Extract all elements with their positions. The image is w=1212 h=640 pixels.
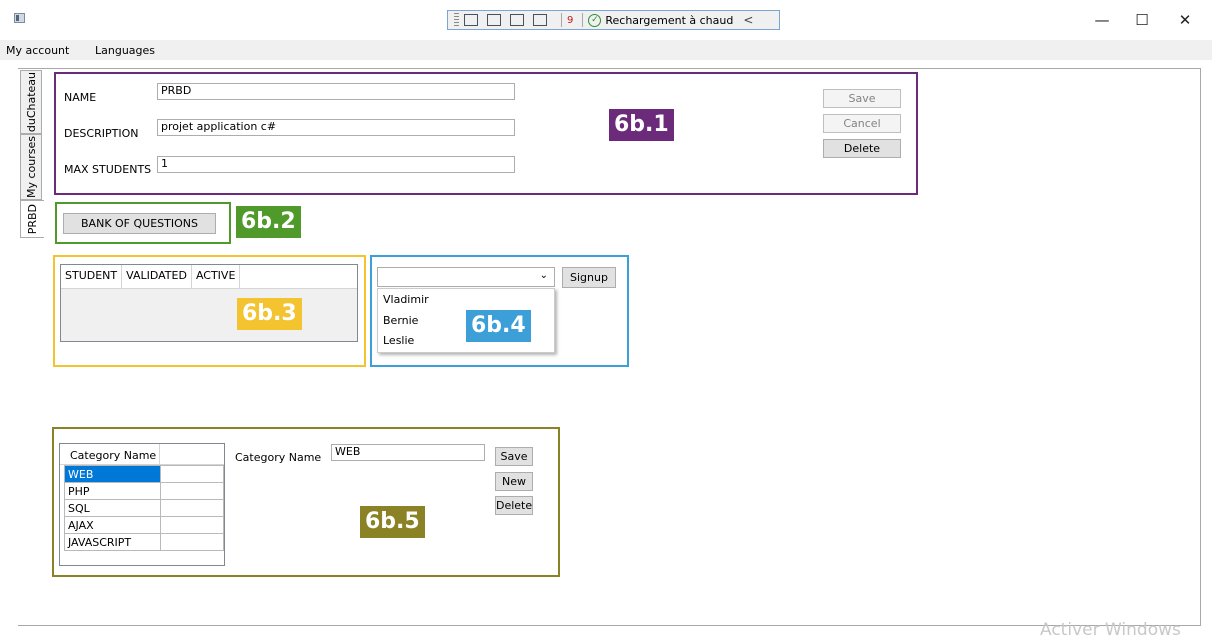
separator bbox=[561, 13, 562, 27]
display-adorners-icon[interactable] bbox=[510, 14, 524, 26]
empty-cell bbox=[159, 516, 225, 534]
category-cell: WEB bbox=[64, 465, 161, 483]
category-cell: JAVASCRIPT bbox=[64, 533, 161, 551]
menu-my-account[interactable]: My account bbox=[6, 44, 69, 57]
column-header-category-name[interactable]: Category Name bbox=[60, 444, 160, 464]
annotation-label: 6b.4 bbox=[466, 310, 531, 342]
annotation-label: 6b.1 bbox=[609, 109, 674, 141]
column-header-student[interactable]: STUDENT bbox=[61, 265, 123, 288]
minimize-button[interactable]: — bbox=[1092, 10, 1112, 30]
column-header-active[interactable]: ACTIVE bbox=[192, 265, 241, 288]
grid-header-row: Category Name bbox=[60, 444, 224, 465]
category-cell: SQL bbox=[64, 499, 161, 517]
annotation-label: 6b.5 bbox=[360, 506, 425, 538]
tab-label: PRBD bbox=[26, 203, 39, 235]
menu-bar: My account Languages bbox=[0, 40, 1212, 60]
select-element-icon[interactable] bbox=[487, 14, 501, 26]
check-circle-icon: ✓ bbox=[588, 13, 602, 27]
dropdown-option[interactable]: Bernie bbox=[383, 314, 418, 327]
tab-my-courses[interactable]: My courses bbox=[20, 134, 42, 200]
annotation-label: 6b.3 bbox=[237, 298, 302, 330]
annotation-label: 6b.2 bbox=[236, 206, 301, 238]
hot-reload-label[interactable]: Rechargement à chaud bbox=[605, 14, 733, 27]
track-focus-icon[interactable] bbox=[533, 14, 547, 26]
binding-failures-count[interactable]: 9 bbox=[567, 15, 573, 26]
category-name-label: Category Name bbox=[235, 451, 322, 464]
save-button[interactable]: Save bbox=[823, 89, 901, 108]
category-cell: AJAX bbox=[64, 516, 161, 534]
max-students-field[interactable]: 1 bbox=[157, 156, 515, 173]
close-button[interactable]: ✕ bbox=[1175, 10, 1195, 30]
table-row[interactable]: AJAX bbox=[64, 516, 225, 534]
description-field[interactable]: projet application c# bbox=[157, 119, 515, 136]
live-visual-tree-icon[interactable] bbox=[464, 14, 478, 26]
cancel-button[interactable]: Cancel bbox=[823, 114, 901, 133]
activation-watermark: Activer Windows bbox=[1040, 620, 1181, 640]
empty-cell bbox=[159, 533, 225, 551]
student-dropdown[interactable]: ⌄ bbox=[377, 267, 555, 287]
empty-cell bbox=[159, 482, 225, 500]
table-row[interactable]: PHP bbox=[64, 482, 225, 500]
tab-prbd[interactable]: PRBD bbox=[20, 200, 44, 238]
table-row[interactable]: JAVASCRIPT bbox=[64, 533, 225, 551]
dropdown-option[interactable]: Leslie bbox=[383, 334, 414, 347]
bank-of-questions-button[interactable]: BANK OF QUESTIONS bbox=[63, 213, 216, 234]
maximize-button[interactable]: ☐ bbox=[1132, 10, 1152, 30]
empty-cell bbox=[159, 499, 225, 517]
max-students-label: MAX STUDENTS bbox=[64, 163, 152, 176]
category-delete-button[interactable]: Delete bbox=[495, 496, 533, 515]
separator bbox=[582, 13, 584, 27]
categories-table: WEB PHP SQL AJAX JAVASCRIPT bbox=[64, 465, 225, 551]
collapse-chevron-icon[interactable]: < bbox=[743, 13, 753, 27]
name-label: NAME bbox=[64, 91, 97, 104]
category-name-field[interactable]: WEB bbox=[331, 444, 485, 461]
students-grid[interactable]: STUDENT VALIDATED ACTIVE bbox=[60, 264, 358, 342]
description-label: DESCRIPTION bbox=[64, 127, 139, 140]
tab-duchateau[interactable]: duChateau bbox=[20, 70, 42, 134]
grid-header-row: STUDENT VALIDATED ACTIVE bbox=[61, 265, 357, 289]
delete-button[interactable]: Delete bbox=[823, 139, 901, 158]
table-row[interactable]: SQL bbox=[64, 499, 225, 517]
column-header-validated[interactable]: VALIDATED bbox=[122, 265, 192, 288]
grip-icon bbox=[454, 13, 459, 27]
category-new-button[interactable]: New bbox=[495, 472, 533, 491]
category-cell: PHP bbox=[64, 482, 161, 500]
signup-button[interactable]: Signup bbox=[562, 267, 616, 288]
tab-label: duChateau bbox=[24, 71, 38, 133]
category-save-button[interactable]: Save bbox=[495, 447, 533, 466]
title-bar: 9 ✓ Rechargement à chaud < — ☐ ✕ bbox=[0, 0, 1212, 40]
categories-grid[interactable]: Category Name WEB PHP SQL AJAX JAVASCRIPT bbox=[59, 443, 225, 566]
app-icon bbox=[14, 13, 25, 23]
dropdown-option[interactable]: Vladimir bbox=[383, 293, 429, 306]
chevron-down-icon: ⌄ bbox=[539, 270, 548, 281]
xaml-debug-toolbar: 9 ✓ Rechargement à chaud < bbox=[447, 10, 780, 30]
name-field[interactable]: PRBD bbox=[157, 83, 515, 100]
menu-languages[interactable]: Languages bbox=[95, 44, 155, 57]
tab-label: My courses bbox=[24, 136, 38, 198]
table-row[interactable]: WEB bbox=[64, 465, 225, 483]
empty-cell bbox=[159, 465, 225, 483]
